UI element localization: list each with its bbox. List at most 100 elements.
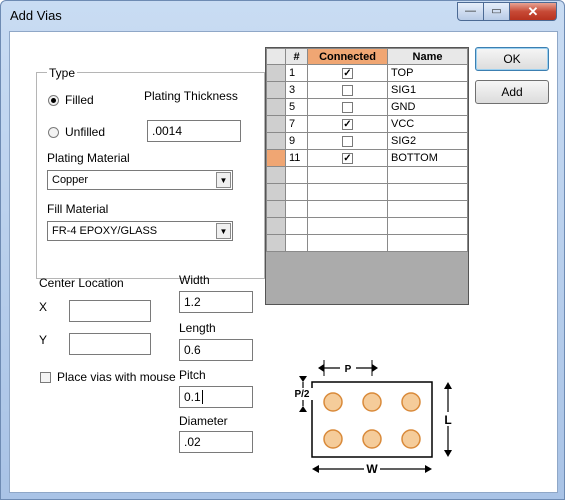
empty-table-row[interactable] bbox=[266, 200, 468, 218]
center-x-input[interactable] bbox=[69, 300, 151, 322]
col-header-num[interactable]: # bbox=[285, 48, 308, 65]
row-selector[interactable] bbox=[266, 64, 286, 82]
row-selector[interactable] bbox=[266, 132, 286, 150]
table-row[interactable]: 1 ✓ TOP bbox=[266, 64, 468, 82]
w-label: W bbox=[366, 462, 378, 476]
width-input[interactable]: 1.2 bbox=[179, 291, 253, 313]
connected-checkbox[interactable]: ✓ bbox=[342, 67, 353, 79]
filled-radio-label[interactable]: Filled bbox=[65, 93, 94, 107]
pitch-input[interactable]: 0.1 bbox=[179, 386, 253, 408]
row-selector[interactable] bbox=[266, 115, 286, 133]
dialog-body: Type Filled Unfilled Plating Thickness .… bbox=[9, 31, 558, 493]
arrow-left-icon bbox=[318, 364, 324, 372]
ok-button[interactable]: OK bbox=[475, 47, 549, 71]
add-button[interactable]: Add bbox=[475, 80, 549, 104]
layer-table: # Connected Name 1 ✓ TOP 3 SIG1 5 GND 7 ✓ VCC 9 SIG… bbox=[266, 48, 468, 252]
connected-cell[interactable] bbox=[307, 183, 388, 201]
connected-cell[interactable] bbox=[307, 217, 388, 235]
filled-radio[interactable] bbox=[48, 95, 59, 106]
empty-table-row[interactable] bbox=[266, 217, 468, 235]
table-row[interactable]: 9 SIG2 bbox=[266, 132, 468, 150]
empty-table-row[interactable] bbox=[266, 183, 468, 201]
layer-name-cell[interactable] bbox=[387, 217, 468, 235]
row-selector[interactable] bbox=[266, 149, 286, 167]
connected-cell[interactable] bbox=[307, 81, 388, 99]
table-row[interactable]: 7 ✓ VCC bbox=[266, 115, 468, 133]
place-with-mouse-checkbox[interactable] bbox=[40, 372, 51, 383]
arrow-down-icon bbox=[444, 450, 452, 457]
empty-table-row[interactable] bbox=[266, 166, 468, 184]
layer-name-cell[interactable] bbox=[387, 200, 468, 218]
plating-material-label: Plating Material bbox=[47, 151, 130, 165]
connected-checkbox[interactable]: ✓ bbox=[342, 152, 353, 164]
layer-number-cell[interactable]: 1 bbox=[285, 64, 308, 82]
arrow-right-icon bbox=[372, 364, 378, 372]
close-button[interactable]: ✕ bbox=[509, 2, 557, 21]
row-selector[interactable] bbox=[266, 183, 286, 201]
connected-checkbox[interactable] bbox=[342, 101, 353, 113]
col-header-connected[interactable]: Connected bbox=[307, 48, 388, 65]
row-selector[interactable] bbox=[266, 98, 286, 116]
connected-checkbox[interactable] bbox=[342, 84, 353, 96]
layer-name-cell[interactable] bbox=[387, 234, 468, 252]
layer-number-cell[interactable]: 7 bbox=[285, 115, 308, 133]
layer-number-cell[interactable]: 3 bbox=[285, 81, 308, 99]
maximize-button[interactable]: ▭ bbox=[483, 2, 510, 21]
col-header-name[interactable]: Name bbox=[387, 48, 468, 65]
layer-number-cell[interactable] bbox=[285, 217, 308, 235]
connected-cell[interactable]: ✓ bbox=[307, 64, 388, 82]
layer-number-cell[interactable]: 9 bbox=[285, 132, 308, 150]
connected-cell[interactable]: ✓ bbox=[307, 115, 388, 133]
pitch-value: 0.1 bbox=[184, 390, 201, 404]
unfilled-radio-label[interactable]: Unfilled bbox=[65, 125, 105, 139]
table-row[interactable]: 11 ✓ BOTTOM bbox=[266, 149, 468, 167]
layer-number-cell[interactable] bbox=[285, 166, 308, 184]
layer-name-cell[interactable]: SIG1 bbox=[387, 81, 468, 99]
connected-cell[interactable] bbox=[307, 234, 388, 252]
layer-table-header-row: # Connected Name bbox=[266, 48, 468, 65]
empty-table-row[interactable] bbox=[266, 234, 468, 252]
connected-cell[interactable] bbox=[307, 98, 388, 116]
layer-number-cell[interactable] bbox=[285, 200, 308, 218]
minimize-button[interactable]: — bbox=[457, 2, 484, 21]
row-selector[interactable] bbox=[266, 234, 286, 252]
connected-checkbox[interactable]: ✓ bbox=[342, 118, 353, 130]
connected-cell[interactable]: ✓ bbox=[307, 149, 388, 167]
row-selector[interactable] bbox=[266, 81, 286, 99]
layer-name-cell[interactable]: SIG2 bbox=[387, 132, 468, 150]
diameter-input[interactable]: .02 bbox=[179, 431, 253, 453]
layer-number-cell[interactable]: 11 bbox=[285, 149, 308, 167]
row-selector[interactable] bbox=[266, 200, 286, 218]
center-y-input[interactable] bbox=[69, 333, 151, 355]
plating-thickness-input[interactable]: .0014 bbox=[147, 120, 241, 142]
diameter-label: Diameter bbox=[179, 414, 228, 428]
length-input[interactable]: 0.6 bbox=[179, 339, 253, 361]
layer-name-cell[interactable] bbox=[387, 166, 468, 184]
connected-cell[interactable] bbox=[307, 166, 388, 184]
layer-name-cell[interactable]: VCC bbox=[387, 115, 468, 133]
y-label: Y bbox=[39, 333, 48, 347]
arrow-left-icon bbox=[312, 465, 319, 473]
chevron-down-icon[interactable]: ▼ bbox=[216, 223, 231, 239]
fill-material-select[interactable]: FR-4 EPOXY/GLASS ▼ bbox=[47, 221, 233, 241]
layer-name-cell[interactable]: BOTTOM bbox=[387, 149, 468, 167]
layer-name-cell[interactable]: GND bbox=[387, 98, 468, 116]
connected-checkbox[interactable] bbox=[342, 135, 353, 147]
via-circle bbox=[401, 392, 421, 412]
chevron-down-icon[interactable]: ▼ bbox=[216, 172, 231, 188]
place-with-mouse-label[interactable]: Place vias with mouse bbox=[57, 370, 176, 384]
row-selector[interactable] bbox=[266, 217, 286, 235]
layer-number-cell[interactable] bbox=[285, 183, 308, 201]
unfilled-radio[interactable] bbox=[48, 127, 59, 138]
layer-name-cell[interactable] bbox=[387, 183, 468, 201]
row-selector[interactable] bbox=[266, 166, 286, 184]
layer-name-cell[interactable]: TOP bbox=[387, 64, 468, 82]
layer-number-cell[interactable]: 5 bbox=[285, 98, 308, 116]
table-row[interactable]: 5 GND bbox=[266, 98, 468, 116]
connected-cell[interactable] bbox=[307, 132, 388, 150]
table-row[interactable]: 3 SIG1 bbox=[266, 81, 468, 99]
layer-number-cell[interactable] bbox=[285, 234, 308, 252]
title-bar[interactable]: Add Vias — ▭ ✕ bbox=[1, 1, 564, 31]
connected-cell[interactable] bbox=[307, 200, 388, 218]
plating-material-select[interactable]: Copper ▼ bbox=[47, 170, 233, 190]
